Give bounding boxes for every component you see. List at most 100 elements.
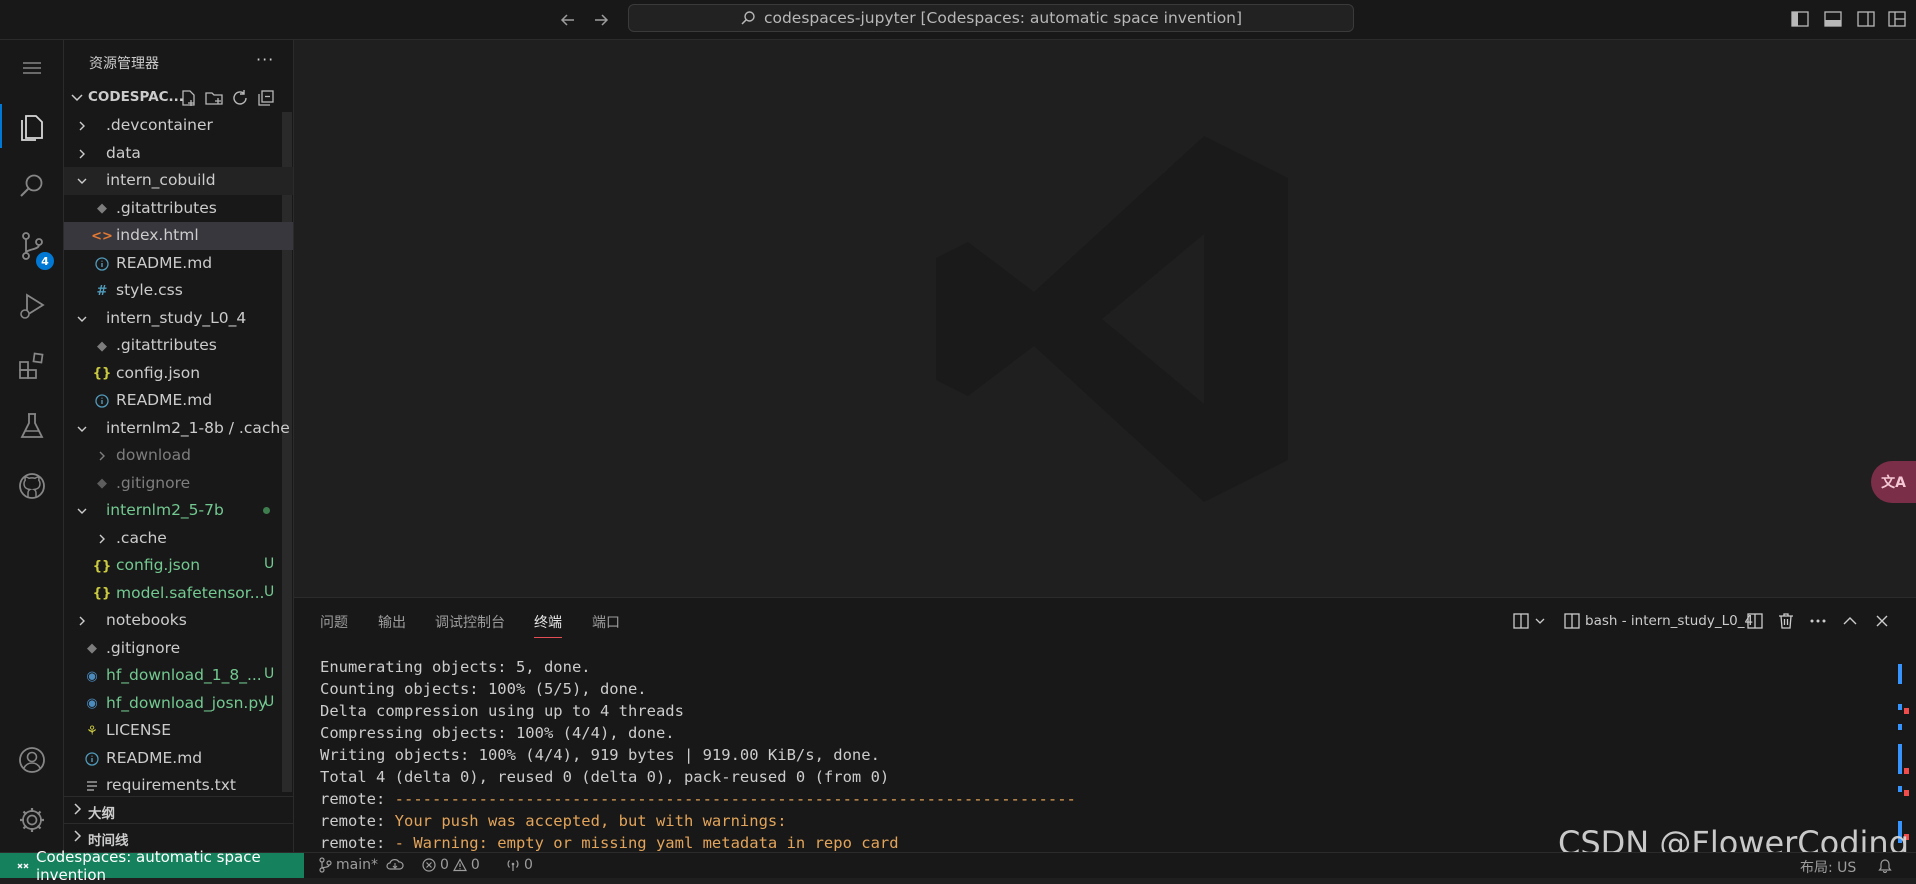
info-icon xyxy=(94,255,110,273)
tree-file-hf-download-josn[interactable]: ◉ hf_download_josn.py U xyxy=(64,690,293,718)
chevron-down-icon xyxy=(74,420,90,438)
tree-folder-data[interactable]: data xyxy=(64,140,293,168)
tree-folder-internlm2-5-7b[interactable]: internlm2_5-7b xyxy=(64,497,293,525)
json-file-icon: {} xyxy=(92,586,112,601)
terminal-overview-ruler[interactable] xyxy=(1898,656,1912,846)
json-file-icon: {} xyxy=(92,558,112,574)
sync-indicator[interactable] xyxy=(386,857,404,871)
remote-prefix: remote: xyxy=(320,812,395,830)
explorer-icon[interactable] xyxy=(0,98,64,154)
tree-file-gitignore[interactable]: ◆ .gitignore xyxy=(64,635,293,663)
close-panel-icon[interactable] xyxy=(1872,611,1892,631)
run-debug-icon[interactable] xyxy=(0,278,64,334)
trash-icon[interactable] xyxy=(1776,611,1796,631)
problems-indicator[interactable]: 0 0 xyxy=(422,857,480,873)
split-editor-icon[interactable] xyxy=(1745,611,1765,631)
tree-item-label: internlm2_5-7b xyxy=(106,501,224,519)
sidebar-more-button[interactable]: ··· xyxy=(256,50,274,69)
timeline-section-header[interactable]: 时间线 xyxy=(64,823,293,850)
tab-output[interactable]: 输出 xyxy=(378,612,406,632)
tree-file-style-css[interactable]: # style.css xyxy=(64,277,293,305)
testing-flask-icon[interactable] xyxy=(0,398,64,454)
terminal-instance-name[interactable]: bash - intern_study_L0_4 xyxy=(1585,613,1753,629)
tree-item-label: .gitignore xyxy=(106,638,181,657)
terminal-line: Delta compression using up to 4 threads xyxy=(320,702,684,720)
forward-arrow-icon[interactable] xyxy=(589,8,613,32)
tree-file-readme[interactable]: README.md xyxy=(64,387,293,415)
terminal-line: Total 4 (delta 0), reused 0 (delta 0), p… xyxy=(320,768,890,786)
chevron-down-icon xyxy=(74,502,90,520)
terminal-line: Writing objects: 100% (4/4), 919 bytes |… xyxy=(320,746,880,764)
untracked-status: U xyxy=(264,556,275,572)
account-icon[interactable] xyxy=(0,732,64,788)
ports-indicator[interactable]: 0 xyxy=(506,857,533,873)
search-icon[interactable] xyxy=(0,158,64,214)
explorer-sidebar: 资源管理器 ··· CODESPAC... .devcontainer data xyxy=(64,40,294,852)
tree-folder-internlm2-1-8b[interactable]: internlm2_1-8b / .cache / ... xyxy=(64,415,293,443)
tree-file-readme[interactable]: README.md xyxy=(64,745,293,773)
remote-prefix: remote: xyxy=(320,834,395,852)
tab-debug-console[interactable]: 调试控制台 xyxy=(435,612,505,632)
command-center-search[interactable]: codespaces-jupyter [Codespaces: automati… xyxy=(628,4,1354,32)
tab-problems[interactable]: 问题 xyxy=(320,612,348,632)
tab-ports[interactable]: 端口 xyxy=(592,612,620,632)
tree-folder-notebooks[interactable]: notebooks xyxy=(64,607,293,635)
tree-file-license[interactable]: ⚘ LICENSE xyxy=(64,717,293,745)
tree-folder-intern-study[interactable]: intern_study_L0_4 xyxy=(64,305,293,333)
new-folder-icon[interactable] xyxy=(205,89,223,107)
menu-icon[interactable] xyxy=(0,40,64,96)
terminal-line: remote: --------------------------------… xyxy=(320,788,1880,810)
tree-folder-devcontainer[interactable]: .devcontainer xyxy=(64,112,293,140)
keyboard-layout-indicator[interactable]: 布局: US xyxy=(1800,857,1856,877)
maximize-panel-icon[interactable] xyxy=(1840,611,1860,631)
tree-file-model-safetensors[interactable]: {} model.safetensor... U xyxy=(64,580,293,608)
tree-file-gitignore[interactable]: ◆ .gitignore xyxy=(64,470,293,498)
tree-file-hf-download-1-8[interactable]: ◉ hf_download_1_8_... U xyxy=(64,662,293,690)
new-file-icon[interactable] xyxy=(179,89,197,107)
tree-folder-intern-cobuild[interactable]: intern_cobuild xyxy=(64,167,293,195)
remote-warning: - Warning: empty or missing yaml metadat… xyxy=(394,834,899,852)
workspace-header[interactable]: CODESPAC... xyxy=(64,84,293,112)
toggle-secondary-sidebar-icon[interactable] xyxy=(1856,9,1876,29)
back-arrow-icon[interactable] xyxy=(556,8,580,32)
tree-file-config-json[interactable]: {} config.json xyxy=(64,360,293,388)
tree-file-gitattributes[interactable]: ◆ .gitattributes xyxy=(64,332,293,360)
toggle-primary-sidebar-icon[interactable] xyxy=(1790,9,1810,29)
warning-count: 0 xyxy=(470,857,480,873)
activity-bar: 4 xyxy=(0,40,64,852)
tree-item-label: requirements.txt xyxy=(106,776,236,794)
tree-file-config-json[interactable]: {} config.json U xyxy=(64,552,293,580)
scm-count-badge: 4 xyxy=(36,252,54,270)
split-terminal-dropdown-icon[interactable] xyxy=(1512,611,1545,631)
branch-indicator[interactable]: main* xyxy=(318,857,378,873)
notifications-bell-icon[interactable] xyxy=(1878,857,1892,873)
tree-file-index-html[interactable]: <> index.html xyxy=(64,222,293,250)
tree-file-readme[interactable]: README.md xyxy=(64,250,293,278)
command-center-label: codespaces-jupyter [Codespaces: automati… xyxy=(763,9,1243,27)
translate-icon[interactable]: 文A xyxy=(1871,461,1916,503)
tree-folder-download[interactable]: download xyxy=(64,442,293,470)
editor-area[interactable] xyxy=(294,40,1916,597)
terminal-split-icon[interactable] xyxy=(1562,611,1582,631)
remote-indicator[interactable]: Codespaces: automatic space invention xyxy=(0,848,304,884)
settings-gear-icon[interactable] xyxy=(0,792,64,848)
github-icon[interactable] xyxy=(0,458,64,514)
remote-divider: ----------------------------------------… xyxy=(394,790,1076,808)
tree-item-label: README.md xyxy=(116,391,213,409)
customize-layout-icon[interactable] xyxy=(1887,9,1907,29)
tree-item-label: LICENSE xyxy=(106,721,172,739)
toggle-panel-icon[interactable] xyxy=(1823,9,1843,29)
info-icon xyxy=(84,750,100,768)
outline-section-header[interactable]: 大纲 xyxy=(64,796,293,823)
tree-file-gitattributes[interactable]: ◆ .gitattributes xyxy=(64,195,293,223)
more-actions-icon[interactable] xyxy=(1808,611,1828,631)
git-file-icon: ◆ xyxy=(97,338,107,354)
collapse-all-icon[interactable] xyxy=(257,89,275,107)
refresh-icon[interactable] xyxy=(231,89,249,107)
untracked-status: U xyxy=(264,693,275,710)
tree-folder-cache[interactable]: .cache xyxy=(64,525,293,553)
tab-terminal[interactable]: 终端 xyxy=(534,612,562,638)
extensions-icon[interactable] xyxy=(0,338,64,394)
chevron-right-icon xyxy=(74,145,90,163)
source-control-icon[interactable]: 4 xyxy=(0,218,64,274)
